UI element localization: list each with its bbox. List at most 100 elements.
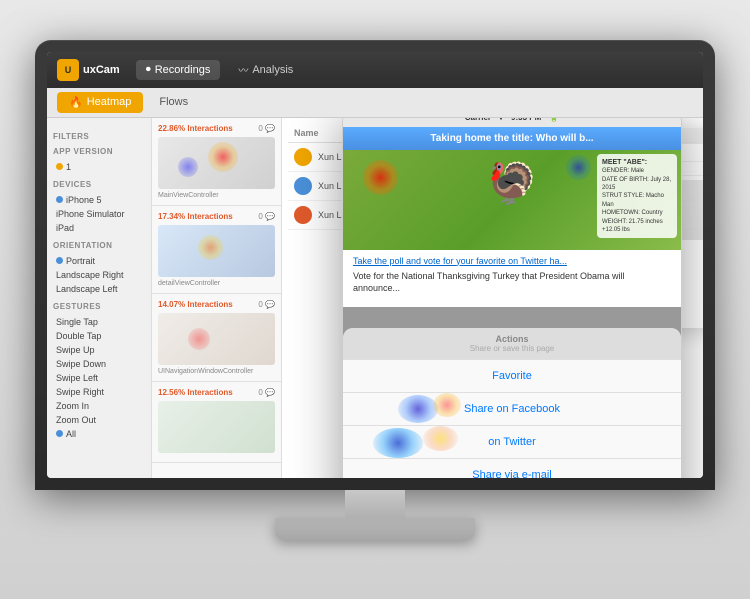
analysis-label: Analysis xyxy=(252,64,293,76)
action-sheet: Actions Share or save this page Favorite xyxy=(343,307,681,478)
device-iphone5[interactable]: iPhone 5 xyxy=(53,193,145,207)
app-version-value: 1 xyxy=(66,162,71,172)
avatar-3 xyxy=(294,206,312,224)
logo-text: uxCam xyxy=(83,64,120,76)
gesture-double-tap[interactable]: Double Tap xyxy=(53,329,145,343)
panel-4-stat: 12.56% Interactions xyxy=(158,388,233,397)
flows-tab[interactable]: Flows xyxy=(147,92,200,112)
devices-title: DEVICES xyxy=(53,180,145,189)
panel-3-comment: 0 💬 xyxy=(258,300,275,309)
heatmap-tab[interactable]: 🔥 Heatmap xyxy=(57,92,143,113)
device-ipad[interactable]: iPad xyxy=(53,221,145,235)
panel-4-header: 12.56% Interactions 0 💬 xyxy=(158,388,275,397)
ios-vote-text: Vote for the National Thanksgiving Turke… xyxy=(353,270,671,295)
info-card: MEET "ABE": GENDER: Male DATE OF BIRTH: … xyxy=(597,154,677,239)
heat-blob-4 xyxy=(188,328,210,350)
action-sheet-subtitle: Share or save this page xyxy=(353,344,671,353)
monitor-screen: U uxCam ⏺ Recordings 〰 Analysis xyxy=(47,52,703,478)
ios-link[interactable]: Take the poll and vote for your favorite… xyxy=(353,256,671,266)
panel-2-header: 17.34% Interactions 0 💬 xyxy=(158,212,275,221)
heat-blob-2 xyxy=(178,157,198,177)
heatmap-panels: 22.86% Interactions 0 💬 MainViewControll… xyxy=(152,118,282,478)
panel-3-label: UINavigationWindowController xyxy=(158,368,275,375)
panel-1-header: 22.86% Interactions 0 💬 xyxy=(158,124,275,133)
action-sheet-title: Actions Share or save this page xyxy=(343,328,681,359)
ios-image-area: 🦃 MEET "ABE": GENDER: M xyxy=(343,150,681,250)
heat-blob-3 xyxy=(198,235,223,260)
info-weight: WEIGHT: 21.75 inches xyxy=(602,218,672,226)
recordings-icon: ⏺ xyxy=(146,64,151,75)
gesture-swipe-left[interactable]: Swipe Left xyxy=(53,371,145,385)
heatmap-panel-4[interactable]: 12.56% Interactions 0 💬 xyxy=(152,382,281,463)
ios-header-text: Taking home the title: Who will b... xyxy=(430,133,593,144)
app-version-item[interactable]: 1 xyxy=(53,160,145,174)
panel-2-comment: 0 💬 xyxy=(258,212,275,221)
info-style: STRUT STYLE: Macho Man xyxy=(602,192,672,209)
device-dot xyxy=(56,196,63,203)
monitor-base xyxy=(275,518,475,540)
heatmap-icon: 🔥 xyxy=(69,96,83,109)
battery-icon: 🔋 xyxy=(549,118,559,123)
phone-status-bar: Carrier ▾ 9:33 PM 🔋 xyxy=(343,118,681,127)
monitor-body: U uxCam ⏺ Recordings 〰 Analysis xyxy=(35,40,715,490)
heat-blob-fb-1 xyxy=(398,395,438,423)
flows-label: Flows xyxy=(159,96,188,108)
gesture-single-tap[interactable]: Single Tap xyxy=(53,315,145,329)
panel-4-thumb xyxy=(158,401,275,453)
orientation-landscape-left[interactable]: Landscape Left xyxy=(53,282,145,296)
logo-icon: U xyxy=(57,59,79,81)
monitor-neck xyxy=(345,490,405,518)
turkey-icon: 🦃 xyxy=(487,160,537,207)
action-sheet-favorite[interactable]: Favorite xyxy=(343,359,681,392)
orientation-portrait[interactable]: Portrait xyxy=(53,254,145,268)
avatar-2 xyxy=(294,177,312,195)
panel-4-comment: 0 💬 xyxy=(258,388,275,397)
heat-blob-tw-2 xyxy=(423,426,458,451)
orientation-title: ORIENTATION xyxy=(53,241,145,250)
gesture-all[interactable]: All xyxy=(53,427,145,441)
gesture-swipe-up[interactable]: Swipe Up xyxy=(53,343,145,357)
gesture-swipe-down[interactable]: Swipe Down xyxy=(53,357,145,371)
avatar-1 xyxy=(294,148,312,166)
heat-blob-fb-2 xyxy=(433,393,461,417)
sidebar: FILTERS APP VERSION 1 DEVICES iPhone 5 xyxy=(47,118,152,478)
time-text: 9:33 PM xyxy=(511,118,541,123)
action-sheet-inner: Actions Share or save this page Favorite xyxy=(343,328,681,478)
action-sheet-twitter[interactable]: on Twitter xyxy=(343,425,681,458)
gesture-all-dot xyxy=(56,430,63,437)
heatmap-panel-1[interactable]: 22.86% Interactions 0 💬 MainViewControll… xyxy=(152,118,281,206)
panel-1-thumb xyxy=(158,137,275,189)
device-simulator[interactable]: iPhone Simulator xyxy=(53,207,145,221)
analysis-icon: 〰 xyxy=(238,62,248,77)
orientation-dot xyxy=(56,257,63,264)
orientation-landscape-right[interactable]: Landscape Right xyxy=(53,268,145,282)
action-sheet-email[interactable]: Share via e-mail xyxy=(343,458,681,478)
gesture-zoom-in[interactable]: Zoom In xyxy=(53,399,145,413)
panel-2-label: detailViewController xyxy=(158,280,275,287)
panel-1-label: MainViewController xyxy=(158,192,275,199)
analysis-tab[interactable]: 〰 Analysis xyxy=(228,58,303,81)
app-version-dot xyxy=(56,163,63,170)
panel-3-header: 14.07% Interactions 0 💬 xyxy=(158,300,275,309)
panel-3-thumb xyxy=(158,313,275,365)
action-sheet-facebook[interactable]: Share on Facebook xyxy=(343,392,681,425)
filters-title: FILTERS xyxy=(53,132,145,141)
gesture-zoom-out[interactable]: Zoom Out xyxy=(53,413,145,427)
gesture-swipe-right[interactable]: Swipe Right xyxy=(53,385,145,399)
wifi-icon: ▾ xyxy=(499,118,503,123)
panel-2-stat: 17.34% Interactions xyxy=(158,212,233,221)
app-ui: U uxCam ⏺ Recordings 〰 Analysis xyxy=(47,52,703,478)
info-card-title: MEET "ABE": xyxy=(602,158,672,168)
gestures-title: GESTURES xyxy=(53,302,145,311)
main-content: FILTERS APP VERSION 1 DEVICES iPhone 5 xyxy=(47,118,703,478)
app-version-title: APP VERSION xyxy=(53,147,145,156)
heatmap-panel-3[interactable]: 14.07% Interactions 0 💬 UINavigationWind… xyxy=(152,294,281,382)
heat-blob-img-1 xyxy=(363,160,398,195)
secondary-nav: 🔥 Heatmap Flows xyxy=(47,88,703,118)
panel-3-stat: 14.07% Interactions xyxy=(158,300,233,309)
phone-content: Taking home the title: Who will b... 🦃 xyxy=(343,127,681,478)
logo-area: U uxCam xyxy=(57,59,120,81)
heat-blob-1 xyxy=(208,142,238,172)
recordings-tab[interactable]: ⏺ Recordings xyxy=(136,60,221,80)
heatmap-panel-2[interactable]: 17.34% Interactions 0 💬 detailViewContro… xyxy=(152,206,281,294)
